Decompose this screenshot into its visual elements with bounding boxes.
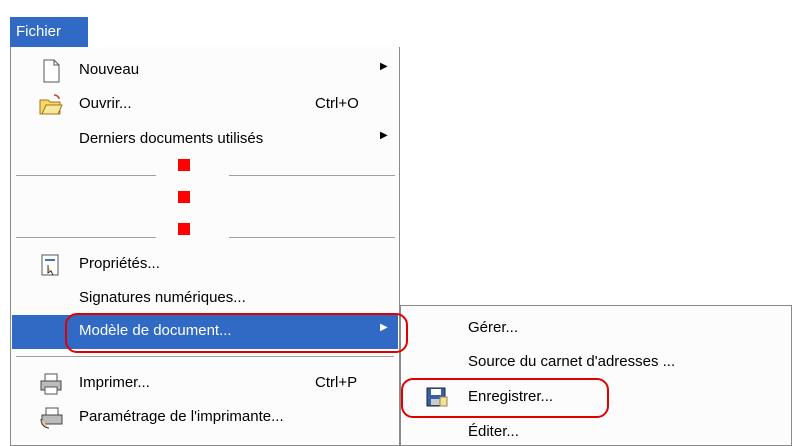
separator — [16, 356, 394, 357]
menu-fichier[interactable]: Fichier — [10, 17, 88, 47]
printer-icon — [38, 371, 64, 397]
menu-item-label: Signatures numériques... — [79, 289, 246, 306]
menu-item-label: Derniers documents utilisés — [79, 130, 264, 147]
separator — [16, 175, 156, 176]
menu-item-label: Paramétrage de l'imprimante... — [79, 408, 284, 425]
submenu-arrow-icon: ▶ — [380, 130, 388, 141]
highlight-ring — [65, 313, 408, 353]
highlight-ring — [401, 378, 609, 418]
menu-item-nouveau[interactable]: Nouveau ▶ — [12, 54, 398, 88]
template-submenu: Gérer... Source du carnet d'adresses ...… — [400, 305, 792, 446]
separator — [16, 237, 156, 238]
menu-item-imprimer[interactable]: Imprimer... Ctrl+P — [12, 367, 398, 401]
ellipsis-dot — [178, 223, 190, 235]
new-document-icon — [38, 58, 64, 84]
ellipsis-dot — [178, 159, 190, 171]
submenu-arrow-icon: ▶ — [380, 61, 388, 72]
submenu-item-label: Gérer... — [468, 319, 519, 336]
menu-item-signatures[interactable]: Signatures numériques... — [12, 282, 398, 316]
submenu-item-label: Éditer... — [468, 423, 519, 440]
menu-item-label: Propriétés... — [79, 255, 160, 272]
menu-item-label: Ouvrir... — [79, 95, 132, 112]
ellipsis-dot — [178, 191, 190, 203]
menu-item-label: Nouveau — [79, 61, 140, 78]
separator — [229, 175, 395, 176]
menu-item-ouvrir[interactable]: Ouvrir... Ctrl+O — [12, 88, 398, 122]
file-menu: Nouveau ▶ Ouvrir... Ctrl+O Derniers docu… — [10, 47, 400, 446]
menu-item-proprietes[interactable]: Propriétés... — [12, 248, 398, 282]
submenu-item-source-carnet[interactable]: Source du carnet d'adresses ... — [402, 346, 790, 380]
menu-item-derniers-documents[interactable]: Derniers documents utilisés ▶ — [12, 123, 398, 157]
submenu-item-gerer[interactable]: Gérer... — [402, 312, 790, 346]
separator — [229, 237, 395, 238]
properties-icon — [38, 252, 64, 278]
open-folder-icon — [38, 92, 64, 118]
menu-item-parametrage-imprimante[interactable]: Paramétrage de l'imprimante... — [12, 401, 398, 435]
shortcut-label: Ctrl+P — [315, 374, 358, 391]
submenu-item-editer[interactable]: Éditer... — [402, 416, 790, 446]
shortcut-label: Ctrl+O — [315, 95, 359, 112]
menu-item-label: Imprimer... — [79, 374, 150, 391]
menu-fichier-label: Fichier — [16, 23, 62, 40]
submenu-item-label: Source du carnet d'adresses ... — [468, 353, 676, 370]
printer-settings-icon — [38, 405, 64, 431]
